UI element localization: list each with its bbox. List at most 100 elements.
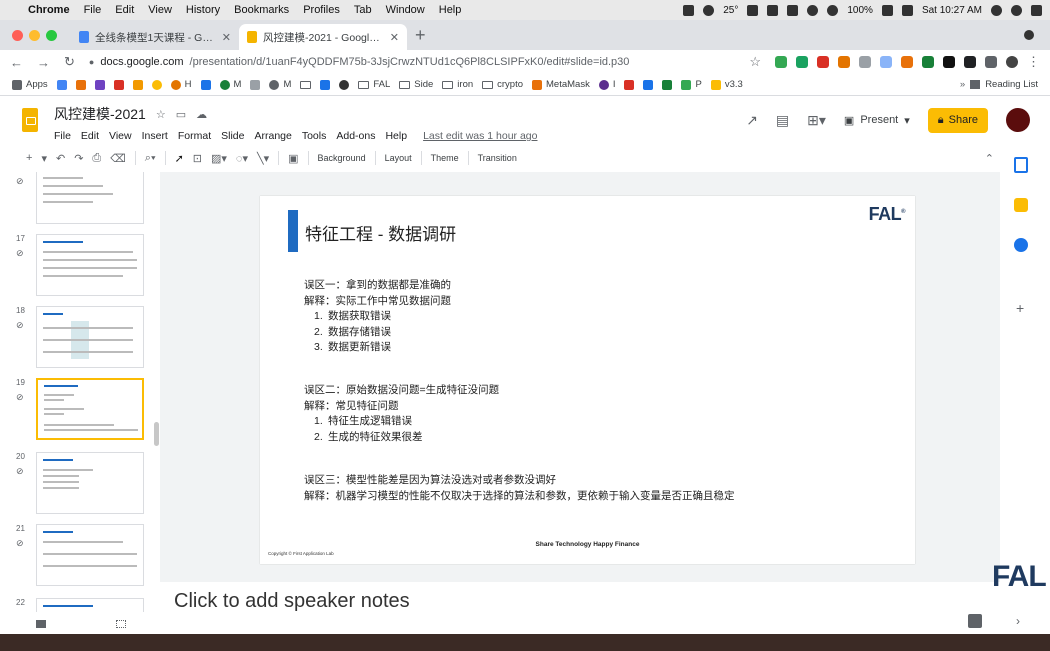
flag-icon[interactable] xyxy=(901,4,913,16)
menu-slide[interactable]: Slide xyxy=(221,130,244,142)
bookmark-folder-side[interactable]: Side xyxy=(399,79,433,90)
bookmark-item[interactable] xyxy=(643,79,654,90)
menu-view[interactable]: View xyxy=(109,130,132,142)
control-center-icon[interactable] xyxy=(1031,4,1042,16)
bookmark-star-icon[interactable]: ☆ xyxy=(749,54,761,70)
slide-thumbnail-row[interactable]: 21 ⊘ xyxy=(0,524,160,594)
menu-help[interactable]: Help xyxy=(439,4,462,16)
tasks-icon[interactable] xyxy=(1014,238,1028,252)
avatar[interactable] xyxy=(1006,108,1030,132)
bookmark-apps[interactable]: Apps xyxy=(12,79,48,90)
bookmark-item[interactable] xyxy=(94,79,105,90)
undo-icon[interactable]: ↶ xyxy=(56,152,65,165)
move-icon[interactable]: ▭ xyxy=(176,108,186,121)
slide-thumbnail-row[interactable]: 22 xyxy=(0,598,160,612)
bookmark-item[interactable] xyxy=(320,79,331,90)
extension-icon[interactable] xyxy=(943,56,955,68)
menu-format[interactable]: Format xyxy=(178,130,211,142)
bookmark-metamask[interactable]: MetaMask xyxy=(532,79,590,90)
bookmark-item[interactable] xyxy=(113,79,124,90)
extension-icon[interactable] xyxy=(880,56,892,68)
bookmark-folder-fal[interactable]: FAL xyxy=(358,79,390,90)
extension-icon[interactable] xyxy=(796,56,808,68)
collapse-toolbar-icon[interactable]: ⌃ xyxy=(985,152,994,165)
browser-tab-active[interactable]: 风控建模-2021 - Google Slides ✕ xyxy=(239,24,407,50)
comments-icon[interactable]: ▤ xyxy=(776,112,789,129)
bookmark-item[interactable] xyxy=(200,79,211,90)
add-ons-plus-icon[interactable]: + xyxy=(1016,300,1024,316)
back-icon[interactable]: ← xyxy=(10,55,23,70)
minimize-window-button[interactable] xyxy=(29,29,40,41)
slide-title[interactable]: 特征工程 - 数据调研 xyxy=(305,220,456,245)
filmstrip-scrollbar[interactable] xyxy=(154,422,159,446)
menu-file[interactable]: File xyxy=(84,4,102,16)
present-button[interactable]: ▣ Present ▾ xyxy=(844,114,910,127)
bookmark-item[interactable] xyxy=(56,79,67,90)
activity-icon[interactable]: ↗ xyxy=(746,112,758,129)
explore-icon[interactable] xyxy=(968,614,982,628)
clock[interactable]: Sat 10:27 AM xyxy=(922,5,982,16)
bookmark-item[interactable] xyxy=(132,79,143,90)
bookmark-i[interactable]: I xyxy=(598,79,615,90)
new-slide-icon[interactable]: + xyxy=(26,152,32,164)
chevron-right-icon[interactable]: › xyxy=(1016,614,1020,628)
section-3[interactable]: 误区三：模型性能差是因为算法没选对或者参数没调好 解释：机器学习模型的性能不仅取… xyxy=(304,473,735,504)
share-button[interactable]: 🔒︎ Share xyxy=(927,107,988,133)
menu-edit[interactable]: Edit xyxy=(115,4,134,16)
browser-tab[interactable]: 全线条模型1天课程 - Google Dr ✕ xyxy=(71,24,239,50)
cloud-icon[interactable] xyxy=(703,4,715,16)
comment-icon[interactable]: ▣ xyxy=(288,152,298,165)
slide-thumbnail-row[interactable]: ⊘ xyxy=(0,172,160,232)
print-icon[interactable]: ⎙ xyxy=(92,152,101,165)
bookmark-m[interactable]: M xyxy=(269,79,291,90)
close-window-button[interactable] xyxy=(12,29,23,41)
bookmark-item[interactable] xyxy=(662,79,673,90)
bookmark-item[interactable] xyxy=(151,79,162,90)
grid-view-icon[interactable] xyxy=(116,620,126,628)
status-icon[interactable] xyxy=(747,4,759,16)
extension-icon[interactable] xyxy=(922,56,934,68)
zoom-icon[interactable]: ⌕▾ xyxy=(145,152,156,165)
last-edit-link[interactable]: Last edit was 1 hour ago xyxy=(423,130,537,142)
slide-thumbnail[interactable] xyxy=(36,306,144,368)
maximize-window-button[interactable] xyxy=(46,29,57,41)
more-icon[interactable]: ⋮ xyxy=(1027,54,1040,70)
search-icon[interactable] xyxy=(991,4,1002,16)
status-icon[interactable] xyxy=(767,4,779,16)
menu-edit[interactable]: Edit xyxy=(81,130,99,142)
menu-arrange[interactable]: Arrange xyxy=(254,130,291,142)
text-box-icon[interactable]: ⊡ xyxy=(193,152,202,165)
menu-add-ons[interactable]: Add-ons xyxy=(336,130,375,142)
bookmark-item[interactable] xyxy=(339,79,350,90)
lock-icon[interactable]: ● xyxy=(89,57,94,67)
line-icon[interactable]: ╲▾ xyxy=(257,152,269,165)
bluetooth-icon[interactable] xyxy=(807,4,819,16)
reading-list[interactable]: » Reading List xyxy=(960,79,1038,90)
extension-icon[interactable] xyxy=(838,56,850,68)
redo-icon[interactable]: ↷ xyxy=(74,152,83,165)
more-bookmarks-icon[interactable]: » xyxy=(960,79,965,90)
wifi-icon[interactable] xyxy=(827,4,839,16)
slide-thumbnail-row[interactable]: 18 ⊘ xyxy=(0,306,160,376)
layout-button[interactable]: Layout xyxy=(385,153,412,163)
status-icon[interactable] xyxy=(787,4,799,16)
extension-icon[interactable] xyxy=(817,56,829,68)
section-2[interactable]: 误区二：原始数据没问题=生成特征没问题 解释：常见特征问题 1. 特征生成逻辑错误… xyxy=(304,383,499,445)
slide-thumbnail[interactable] xyxy=(36,452,144,514)
extension-icon[interactable] xyxy=(859,56,871,68)
close-tab-icon[interactable]: ✕ xyxy=(390,31,399,44)
menu-view[interactable]: View xyxy=(148,4,172,16)
bookmark-folder-crypto[interactable]: crypto xyxy=(482,79,523,90)
menu-tools[interactable]: Tools xyxy=(302,130,327,142)
slide-thumbnail[interactable] xyxy=(36,172,144,224)
bookmark-p[interactable]: P xyxy=(681,79,702,90)
transition-button[interactable]: Transition xyxy=(478,153,517,163)
tab-search-icon[interactable] xyxy=(1024,30,1034,40)
slide-thumbnail[interactable] xyxy=(36,234,144,296)
menu-file[interactable]: File xyxy=(54,130,71,142)
slide-thumbnail-row[interactable]: 17 ⊘ xyxy=(0,234,160,304)
bookmark-item[interactable] xyxy=(250,79,261,90)
menu-help[interactable]: Help xyxy=(385,130,407,142)
slide-thumbnail[interactable] xyxy=(36,598,144,612)
theme-button[interactable]: Theme xyxy=(431,153,459,163)
